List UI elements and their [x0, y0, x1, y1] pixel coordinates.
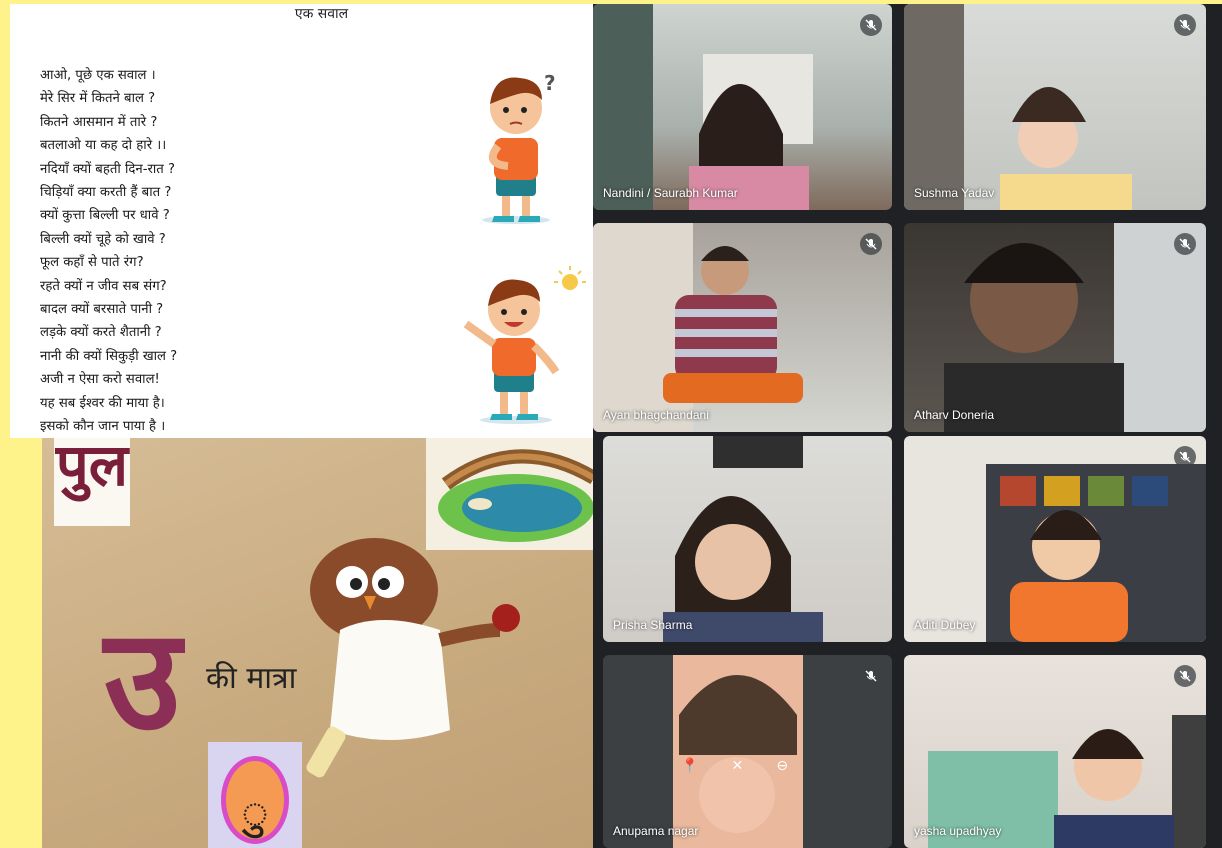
matra-letter: उ: [104, 599, 181, 762]
participant-tile[interactable]: yasha upadhyay: [904, 655, 1206, 848]
poem-line: कितने आसमान में तारे ?: [40, 114, 158, 130]
matra-sign-card: ु: [208, 742, 302, 848]
remove-icon[interactable]: ⊖: [776, 758, 788, 774]
poem-title: एक सवाल: [294, 6, 349, 22]
matra-label: की मात्रा: [206, 661, 297, 696]
poem-line: चिड़ियाँ क्या करती हैं बात ?: [40, 185, 172, 201]
participant-tile[interactable]: Aditi Dubey: [904, 436, 1206, 642]
mic-off-icon: [860, 233, 882, 255]
poem-line: मेरे सिर में कितने बाल ?: [40, 91, 156, 107]
participant-name: Anupama nagar: [613, 824, 699, 838]
participant-video: [928, 715, 1206, 848]
participant-tile[interactable]: Sushma Yadav: [904, 4, 1206, 210]
lightbulb-icon: [554, 266, 586, 290]
poem-line: लड़के क्यों करते शैतानी ?: [40, 325, 162, 341]
participant-name: Sushma Yadav: [914, 186, 995, 200]
participant-tile[interactable]: Atharv Doneria: [904, 223, 1206, 432]
participant-tile[interactable]: Nandini / Saurabh Kumar: [593, 4, 892, 210]
mute-icon[interactable]: ✕: [732, 758, 744, 774]
excited-boy-illustration: [463, 266, 586, 424]
mic-off-icon: [1174, 446, 1196, 468]
participant-name: yasha upadhyay: [914, 824, 1002, 838]
poem-line: बिल्ली क्यों चूहे को खावे ?: [40, 231, 166, 247]
participant-video: [673, 655, 803, 848]
matra-sign: ु: [241, 785, 268, 839]
participant-video: [944, 223, 1206, 432]
participant-video: [986, 464, 1206, 642]
poem-lines: आओ, पूछे एक सवाल । मेरे सिर में कितने बा…: [40, 64, 177, 438]
pin-icon[interactable]: 📍: [681, 758, 698, 774]
participant-name: Ayan bhagchandani: [603, 408, 709, 422]
participant-video: [593, 4, 813, 210]
participant-name: Nandini / Saurabh Kumar: [603, 186, 738, 200]
mic-off-icon: [1174, 14, 1196, 36]
participant-video: [663, 436, 823, 642]
meet-video-grid: Nandini / Saurabh Kumar Sushma Yadav Aya…: [593, 4, 1222, 848]
thinking-boy-illustration: ?: [482, 71, 556, 224]
poem-line: नदियाँ क्यों बहती दिन-रात ?: [40, 161, 175, 177]
participant-video: [904, 4, 1132, 210]
participant-video: [593, 223, 803, 432]
matra-sign-egg: ु: [221, 756, 289, 844]
participant-name: Atharv Doneria: [914, 408, 995, 422]
lesson-word: पुल: [55, 438, 129, 499]
poem-line: इसको कौन जान पाया है ।: [40, 419, 166, 435]
poem-line: अजी न ऐसा करो सवाल!: [40, 372, 160, 388]
poem-line: यह सब ईश्वर की माया है।: [40, 395, 165, 411]
participant-name: Prisha Sharma: [613, 618, 693, 632]
participant-tile[interactable]: Ayan bhagchandani: [593, 223, 892, 432]
participant-name: Aditi Dubey: [914, 618, 976, 632]
mic-off-icon: [1174, 233, 1196, 255]
poem-line: बादल क्यों बरसाते पानी ?: [40, 302, 164, 318]
mic-off-icon: [860, 14, 882, 36]
poem-line: क्यों कुत्ता बिल्ली पर धावे ?: [40, 208, 170, 224]
owl-cricketer-illustration: [306, 538, 520, 778]
poem-line: बतलाओ या कह दो हारे ।।: [40, 138, 167, 154]
poem-line: रहते क्यों न जीव सब संग?: [40, 278, 167, 294]
participant-tile[interactable]: 📍 ✕ ⊖ Anupama nagar: [603, 655, 892, 848]
word-card: पुल: [54, 438, 130, 526]
mic-off-icon: [1174, 665, 1196, 687]
poem-line: आओ, पूछे एक सवाल ।: [40, 68, 156, 83]
poem-panel: एक सवाल आओ, पूछे एक सवाल । मेरे सिर में …: [10, 4, 593, 438]
participant-tile[interactable]: Prisha Sharma: [603, 436, 892, 642]
matra-lesson-slide: पुल उ की मात्रा ु: [42, 438, 602, 848]
svg-text:?: ?: [544, 71, 556, 95]
mic-off-icon: [860, 665, 882, 687]
question-icon: ?: [544, 71, 556, 95]
tile-controls: 📍 ✕ ⊖: [681, 755, 788, 774]
poem-line: नानी की क्यों सिकुड़ी खाल ?: [40, 348, 178, 364]
poem-line: फूल कहाँ से पाते रंग?: [40, 255, 144, 271]
